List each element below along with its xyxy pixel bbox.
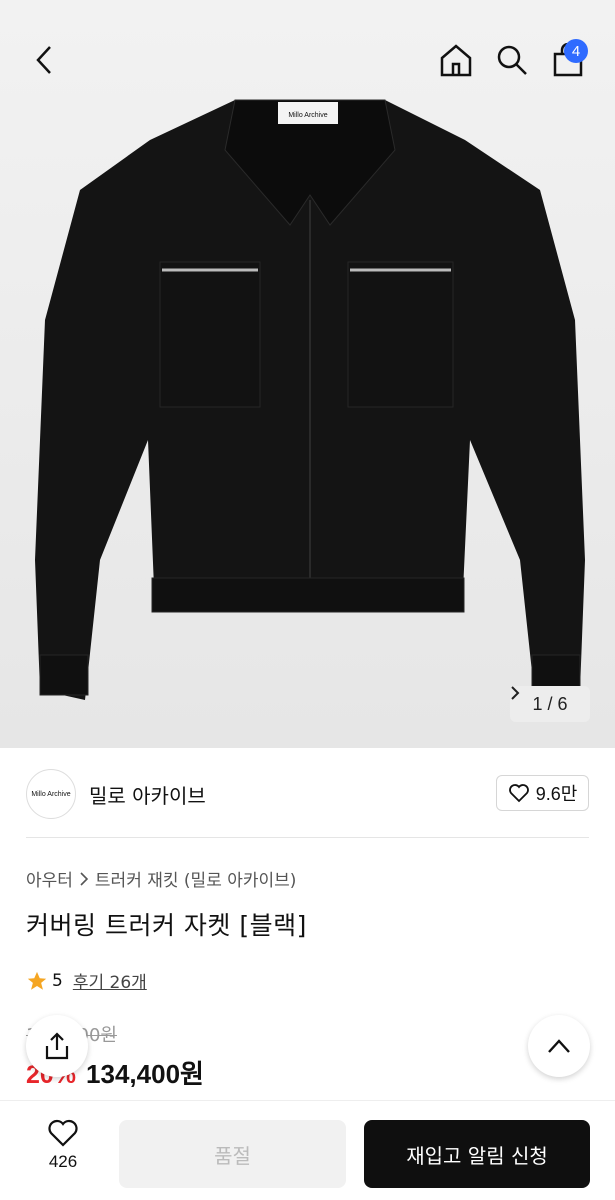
scroll-top-button[interactable]: [528, 1015, 590, 1077]
home-button[interactable]: [434, 38, 478, 82]
wishlist-count: 426: [48, 1152, 78, 1171]
soldout-button[interactable]: 품절: [119, 1120, 346, 1188]
brand-logo[interactable]: Millo Archive: [26, 769, 76, 819]
chevron-right-icon: [511, 686, 520, 700]
rating-value: 5: [52, 970, 63, 991]
product-title: 커버링 트러커 자켓 [블랙]: [26, 911, 307, 940]
breadcrumb-category[interactable]: 아우터: [26, 866, 73, 891]
home-icon: [440, 44, 472, 77]
brand-name[interactable]: 밀로 아카이브: [89, 780, 206, 809]
rating-row: 5 후기 26개: [26, 968, 147, 993]
product-image[interactable]: Millo Archive 1 / 6: [0, 0, 615, 748]
share-icon: [45, 1032, 69, 1060]
restock-alert-button[interactable]: 재입고 알림 신청: [364, 1120, 590, 1188]
divider: [26, 837, 589, 838]
star-icon: [27, 971, 47, 990]
brand-like-button[interactable]: 9.6만: [496, 775, 589, 811]
share-button[interactable]: [26, 1015, 88, 1077]
back-button[interactable]: [22, 38, 66, 82]
heart-icon: [48, 1119, 78, 1147]
brand-like-count: 9.6만: [535, 784, 578, 804]
jacket-illustration: Millo Archive: [35, 99, 585, 700]
breadcrumb: 아우터 트러커 재킷 (밀로 아카이브): [26, 866, 296, 891]
image-pager[interactable]: 1 / 6: [510, 686, 590, 722]
reviews-link[interactable]: 후기 26개: [73, 968, 147, 993]
chevron-left-icon: [36, 46, 51, 74]
garment-label-text: Millo Archive: [288, 112, 327, 119]
chevron-up-icon: [548, 1039, 570, 1053]
sale-price: 134,400원: [86, 1059, 204, 1089]
heart-icon: [508, 784, 529, 803]
breadcrumb-subcategory[interactable]: 트러커 재킷 (밀로 아카이브): [95, 866, 297, 891]
cart-count-badge: 4: [564, 39, 588, 63]
search-icon: [497, 45, 527, 75]
pager-text: 1 / 6: [532, 693, 568, 714]
search-button[interactable]: [490, 38, 534, 82]
wishlist-button[interactable]: 426: [32, 1118, 94, 1188]
chevron-right-icon: [80, 871, 89, 886]
